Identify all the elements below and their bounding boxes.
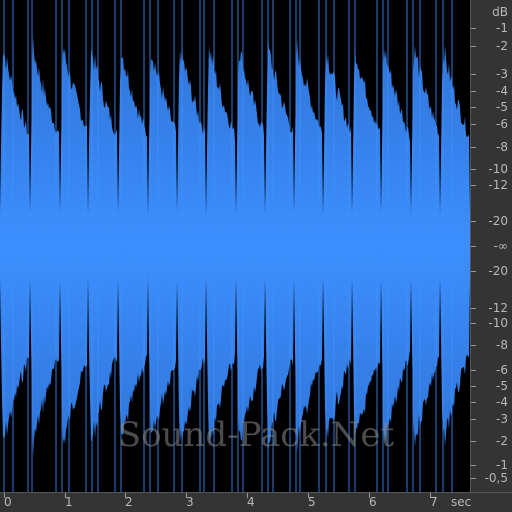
- db-tick: [471, 478, 476, 479]
- db-label: -6: [496, 363, 508, 377]
- db-label: -20: [488, 264, 508, 278]
- db-label: -∞: [493, 239, 508, 253]
- db-tick: [471, 246, 476, 247]
- time-label: 0: [4, 495, 12, 509]
- db-label: -5: [496, 379, 508, 393]
- db-label: -4: [496, 395, 508, 409]
- db-label: -12: [488, 178, 508, 192]
- time-label: 7: [430, 495, 438, 509]
- db-tick: [471, 147, 476, 148]
- waveform-view[interactable]: [0, 0, 470, 492]
- audio-editor: dB -1 -2 -3 -4 -5 -6 -8 -10 -12 -20 -∞ -20 -12 -10 -8-…: [0, 0, 512, 512]
- time-unit-label: sec: [451, 495, 472, 509]
- db-label: -1: [496, 458, 508, 472]
- time-label: 3: [186, 495, 194, 509]
- db-tick: [471, 28, 476, 29]
- db-tick: [471, 74, 476, 75]
- db-tick: [471, 169, 476, 170]
- db-scale-ruler: dB -1 -2 -3 -4 -5 -6 -8 -10 -12 -20 -∞ -20 -12 -10 -8-…: [470, 0, 512, 492]
- db-label: -20: [488, 214, 508, 228]
- db-tick: [471, 185, 476, 186]
- db-tick: [471, 345, 476, 346]
- db-label: -1: [496, 21, 508, 35]
- db-label: -0,5: [484, 471, 508, 485]
- db-label: -8: [496, 140, 508, 154]
- db-tick: [471, 271, 476, 272]
- time-label: 6: [369, 495, 377, 509]
- db-label: -2: [496, 39, 508, 53]
- db-label: -3: [496, 412, 508, 426]
- db-label: -3: [496, 67, 508, 81]
- db-label: -6: [496, 117, 508, 131]
- db-tick: [471, 465, 476, 466]
- db-label: -5: [496, 100, 508, 114]
- db-label: -12: [488, 301, 508, 315]
- time-label: 2: [125, 495, 133, 509]
- db-label: -10: [488, 162, 508, 176]
- db-tick: [471, 107, 476, 108]
- db-label: -2: [496, 434, 508, 448]
- db-unit-label: dB: [492, 5, 508, 19]
- db-tick: [471, 221, 476, 222]
- waveform: [0, 0, 470, 492]
- time-label: 5: [308, 495, 316, 509]
- waveform-fill: [0, 35, 470, 457]
- db-tick: [471, 370, 476, 371]
- db-tick: [471, 46, 476, 47]
- db-tick: [471, 402, 476, 403]
- time-label: 4: [247, 495, 255, 509]
- time-ruler: 0 1 2 3 4 5 6 7 sec: [0, 492, 512, 512]
- db-label: -8: [496, 338, 508, 352]
- db-tick: [471, 124, 476, 125]
- db-tick: [471, 91, 476, 92]
- db-tick: [471, 323, 476, 324]
- db-tick: [471, 386, 476, 387]
- db-tick: [471, 441, 476, 442]
- db-tick: [471, 419, 476, 420]
- db-label: -10: [488, 316, 508, 330]
- time-label: 1: [65, 495, 73, 509]
- db-label: -4: [496, 84, 508, 98]
- db-tick: [471, 308, 476, 309]
